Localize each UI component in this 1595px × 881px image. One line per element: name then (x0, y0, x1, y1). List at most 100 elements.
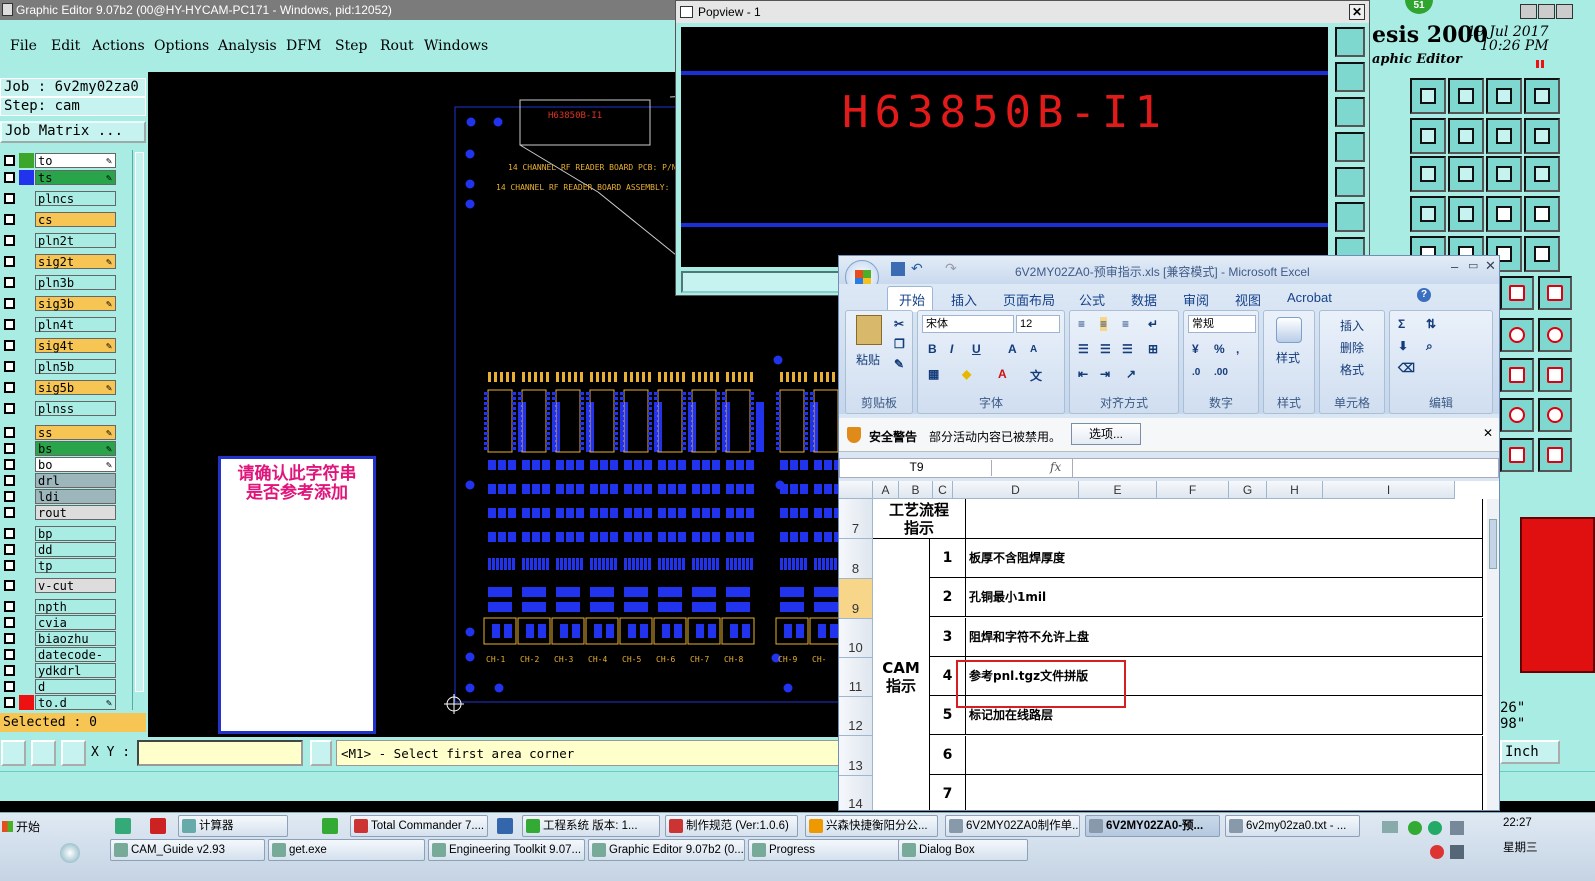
layer-row[interactable]: sig5b ✎ (0, 379, 132, 396)
row-header[interactable]: 10 (839, 619, 873, 658)
taskbar-button[interactable]: 工程系统 版本: 1... (522, 815, 660, 837)
layer-row[interactable]: plnss (0, 400, 132, 417)
layer-checkbox[interactable] (4, 580, 15, 591)
layer-row[interactable]: pln3b (0, 274, 132, 291)
zoom-area-icon[interactable] (1, 740, 26, 766)
info-icon[interactable] (310, 740, 332, 766)
close-button[interactable] (1556, 4, 1573, 19)
maximize-button[interactable] (1538, 4, 1555, 19)
item-text-cell[interactable] (966, 774, 1483, 810)
layer-color-swatch[interactable] (19, 170, 34, 185)
layer-row[interactable]: tp (0, 557, 132, 574)
layer-checkbox[interactable] (4, 214, 15, 225)
start-button[interactable]: 开始 (0, 817, 46, 837)
layer-checkbox[interactable] (4, 256, 15, 267)
select-all-corner[interactable] (839, 481, 873, 499)
left-icon[interactable] (1410, 118, 1446, 154)
font-size-select[interactable]: 12 (1016, 315, 1060, 333)
move-icon[interactable] (1448, 156, 1484, 192)
layer-row[interactable]: ts ✎ (0, 169, 132, 186)
taskbar-button[interactable]: Graphic Editor 9.07b2 (0... (588, 839, 745, 861)
layer-name[interactable]: ydkdrl (35, 663, 116, 678)
layer-checkbox[interactable] (4, 340, 15, 351)
menu-file[interactable]: File (10, 38, 37, 54)
layer-checkbox[interactable] (4, 649, 15, 660)
row-header[interactable]: 9 (839, 579, 873, 619)
layer-checkbox[interactable] (4, 697, 15, 708)
side-tool-icon[interactable] (1500, 318, 1534, 352)
align-center-icon[interactable]: ☰ (1100, 342, 1111, 356)
paste-icon[interactable] (856, 315, 882, 345)
layer-row[interactable]: cs (0, 211, 132, 228)
side-tool-icon[interactable] (1500, 398, 1534, 432)
tab-formulas[interactable]: 公式 (1079, 290, 1105, 309)
menu-dfm[interactable]: DFM (286, 38, 321, 54)
taskbar-button[interactable]: CAM_Guide v2.93 (110, 839, 265, 861)
scale-icon[interactable] (1486, 156, 1522, 192)
taskbar-button[interactable]: 计算器 (178, 815, 288, 837)
row-header[interactable]: 13 (839, 736, 873, 776)
comma-icon[interactable]: , (1236, 342, 1239, 356)
popview-fit-icon[interactable] (1335, 202, 1365, 232)
layer-name[interactable]: sig3b ✎ (35, 296, 116, 311)
side-tool-icon[interactable] (1500, 438, 1534, 472)
layer-checkbox[interactable] (4, 403, 15, 414)
tab-home[interactable]: 开始 (899, 290, 925, 309)
layer-row[interactable]: ss ✎ (0, 424, 132, 441)
side-tool-icon[interactable] (1538, 438, 1572, 472)
item-number-cell[interactable]: 2 (930, 578, 966, 618)
excel-min-button[interactable]: – (1451, 259, 1458, 274)
layer-checkbox[interactable] (4, 475, 15, 486)
layer-name[interactable]: to.d ✎ (35, 695, 116, 710)
taskbar-button[interactable]: 兴森快捷衡阳分公... (805, 815, 938, 837)
layer-row[interactable]: sig3b ✎ (0, 295, 132, 312)
format-cells-button[interactable]: 格式 (1340, 361, 1364, 378)
italic-icon[interactable]: I (950, 342, 953, 356)
align-right-icon[interactable]: ☰ (1122, 342, 1133, 356)
quick-launch-icon[interactable] (497, 818, 513, 834)
popview-close-button[interactable]: ✕ (1349, 4, 1365, 20)
excel-close-button[interactable]: ✕ (1485, 258, 1496, 274)
route2-icon[interactable] (1524, 196, 1560, 232)
layer-checkbox[interactable] (4, 507, 15, 518)
layer-name[interactable]: bp (35, 526, 116, 541)
layer-row[interactable]: drl (0, 472, 132, 489)
menu-options[interactable]: Options (154, 38, 209, 54)
side-tool-icon[interactable] (1538, 398, 1572, 432)
align-middle-icon[interactable]: ≡ (1100, 317, 1108, 331)
layer-name[interactable]: dd (35, 542, 116, 557)
insert-cells-button[interactable]: 插入 (1340, 317, 1364, 334)
house-icon[interactable] (1486, 78, 1522, 114)
excel-vscroll[interactable] (1487, 499, 1499, 810)
redo-icon[interactable]: ↷ (945, 260, 957, 277)
menu-analysis[interactable]: Analysis (218, 38, 277, 54)
menu-rout[interactable]: Rout (380, 38, 414, 54)
align-top-icon[interactable]: ≡ (1078, 317, 1085, 331)
dot-icon[interactable] (1524, 236, 1560, 272)
popview-right-icon[interactable] (1335, 167, 1365, 197)
layer-checkbox[interactable] (4, 560, 15, 571)
stretch-icon[interactable] (1410, 156, 1446, 192)
help-icon[interactable] (1524, 156, 1560, 192)
layer-checkbox[interactable] (4, 633, 15, 644)
column-header[interactable]: G (1229, 481, 1267, 499)
layer-name[interactable]: plnss (35, 401, 116, 416)
tab-acrobat[interactable]: Acrobat (1287, 290, 1332, 305)
layer-checkbox[interactable] (4, 681, 15, 692)
layer-row[interactable]: pln4t (0, 316, 132, 333)
job-matrix-button[interactable]: Job Matrix ... (0, 121, 146, 143)
currency-icon[interactable]: ¥ (1192, 342, 1199, 356)
clock-weekday[interactable]: 星期三 (1503, 839, 1538, 855)
layer-row[interactable]: bp (0, 525, 132, 542)
layer-name[interactable]: to ✎ (35, 153, 116, 168)
layer-row[interactable]: v-cut (0, 577, 132, 594)
layer-name[interactable]: npth (35, 599, 116, 614)
window-icon[interactable] (1524, 78, 1560, 114)
tray-app-icon[interactable] (1408, 821, 1422, 835)
clock-time[interactable]: 22:27 (1503, 817, 1532, 829)
font-color-icon[interactable]: A (998, 367, 1007, 381)
taskbar-button[interactable]: Total Commander 7.... (350, 815, 488, 837)
layer-row[interactable]: pln5b (0, 358, 132, 375)
layer-checkbox[interactable] (4, 193, 15, 204)
layer-row[interactable]: pln2t (0, 232, 132, 249)
